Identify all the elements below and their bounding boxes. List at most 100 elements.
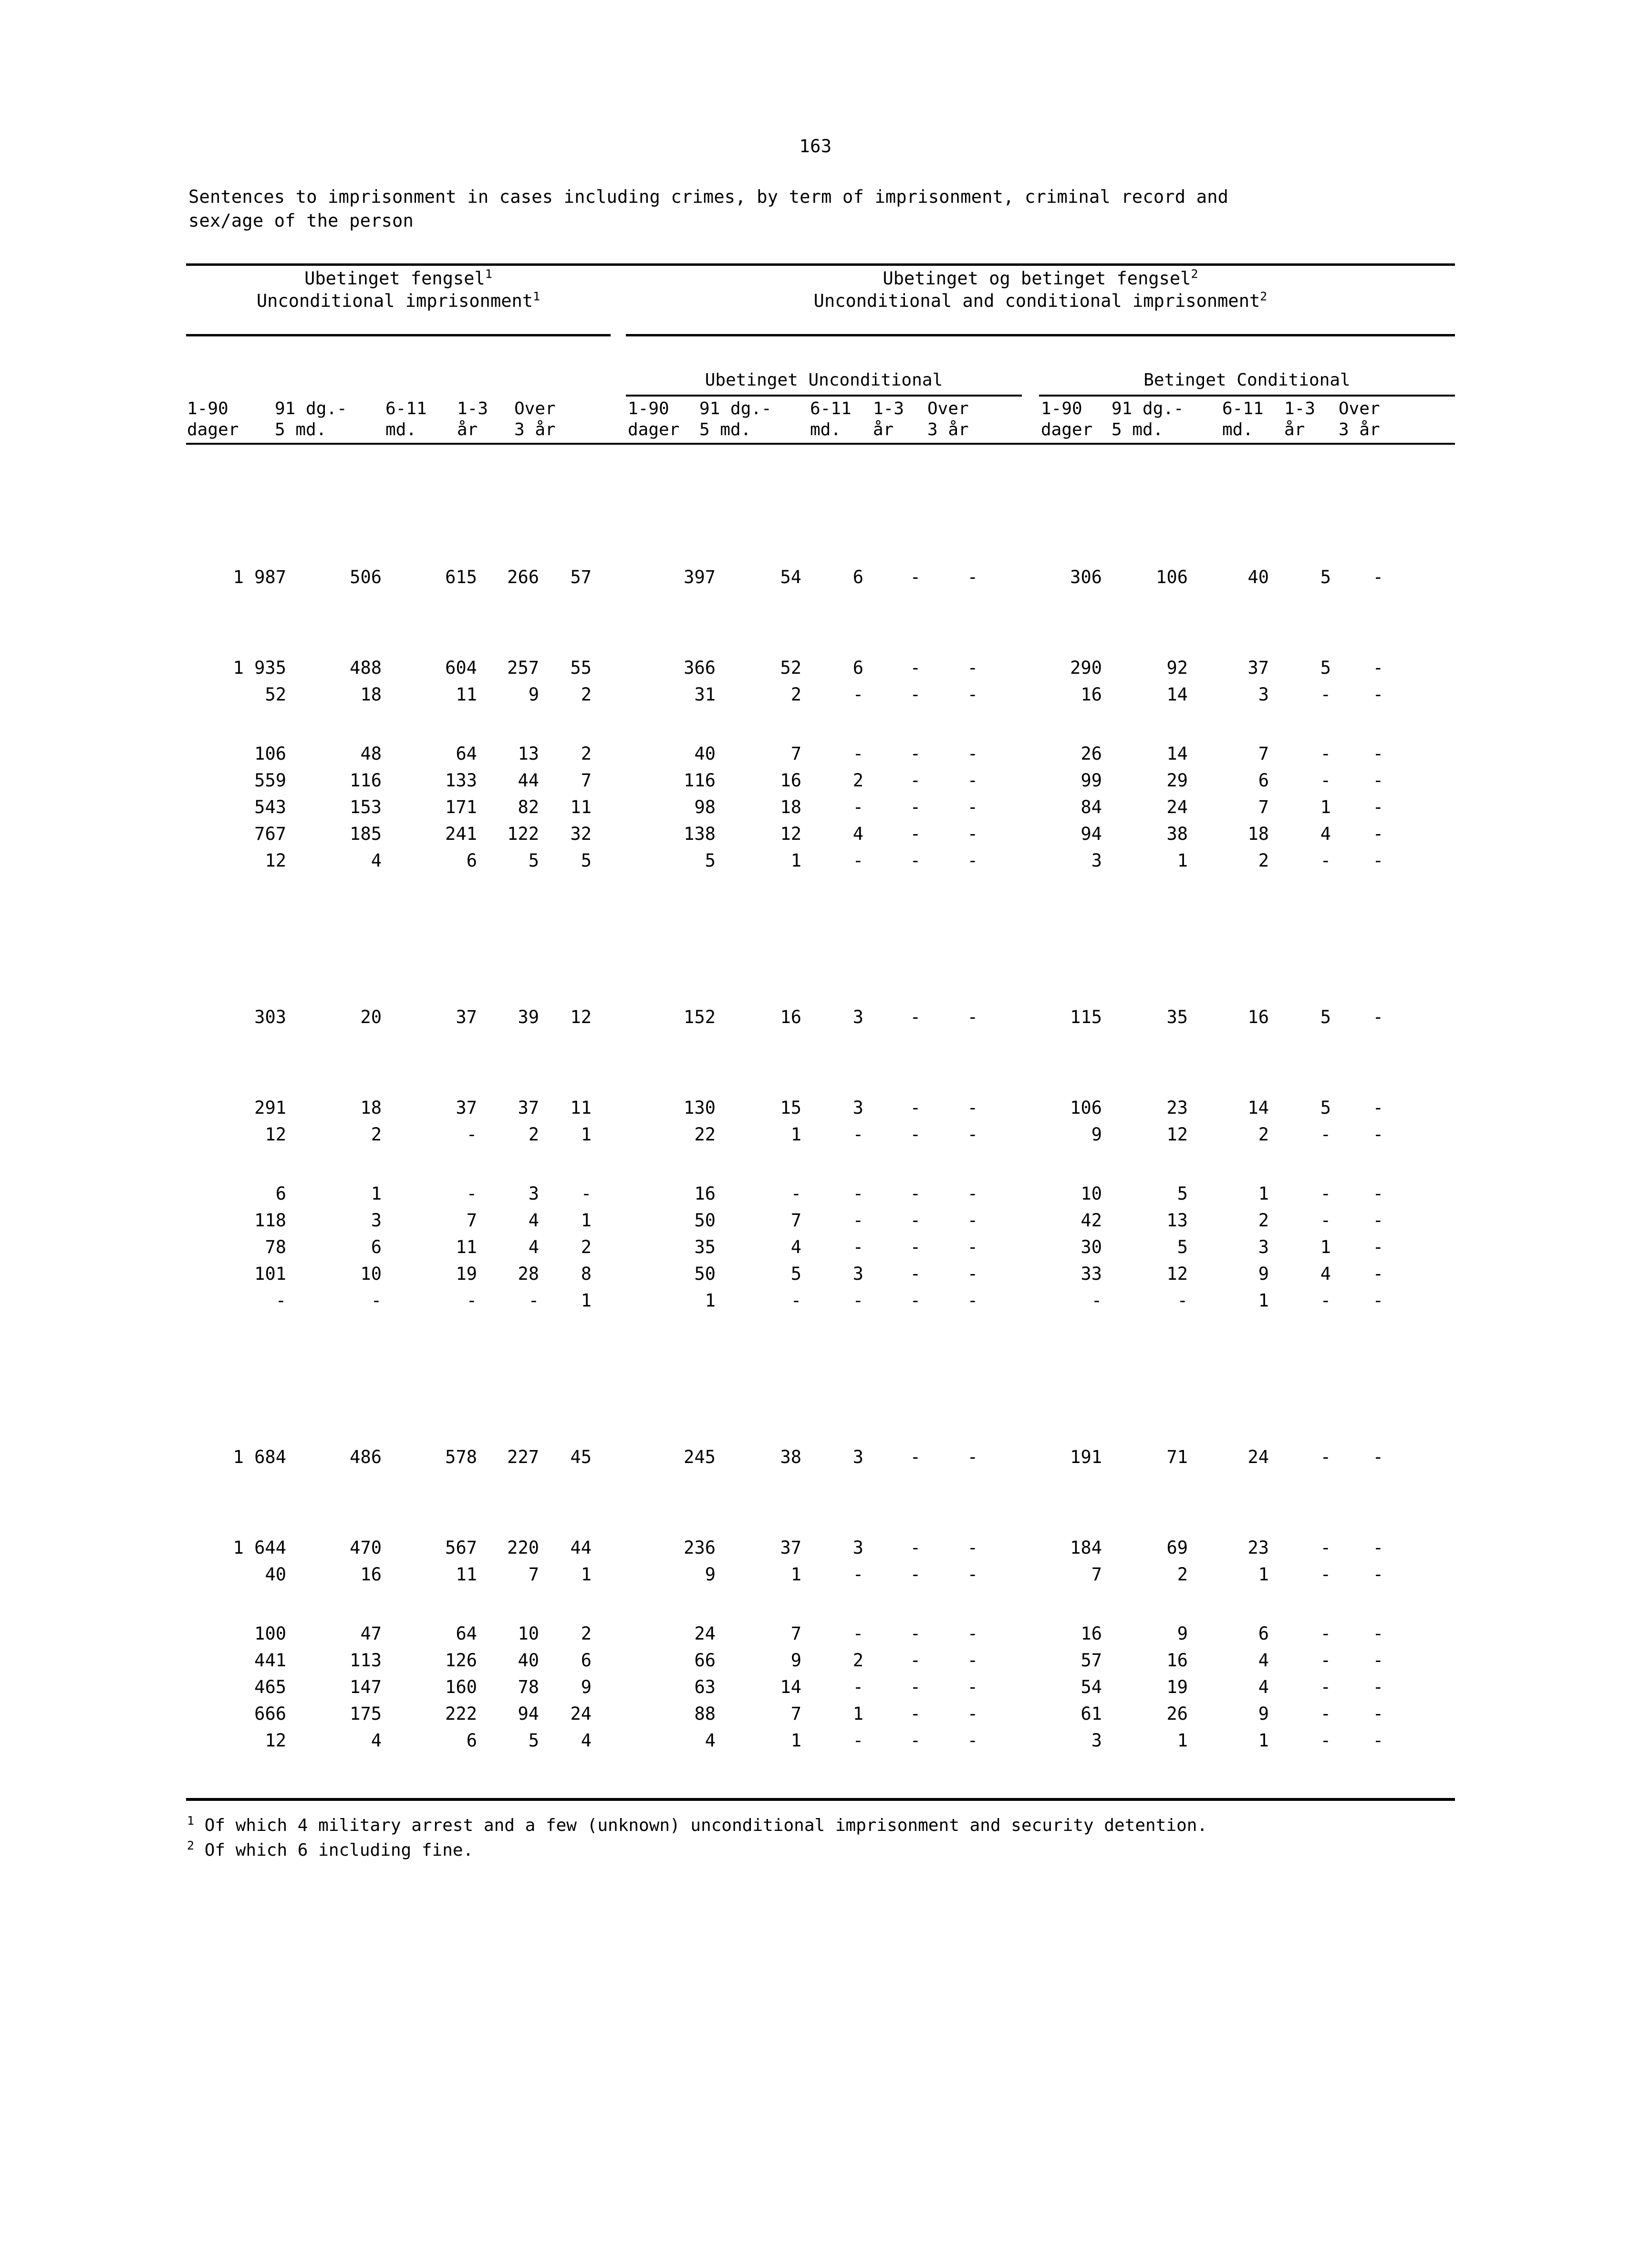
- table-cell: 16: [1080, 684, 1102, 705]
- table-cell: -: [852, 1124, 863, 1145]
- column-header-line-1: Over: [927, 399, 969, 418]
- table-cell: 52: [780, 658, 801, 678]
- table-cell: 152: [684, 1007, 716, 1027]
- subgroup-heading-unconditional: Ubetinget Unconditional: [705, 370, 943, 390]
- table-cell: 29: [1166, 770, 1188, 791]
- table-cell: -: [1372, 1677, 1383, 1697]
- table-cell: -: [1372, 1264, 1383, 1284]
- table-row: 767 185 241 122 32 138 12 4 - - 94 38 18 4 -: [0, 824, 1631, 845]
- table-cell: 2: [528, 1124, 539, 1145]
- table-cell: 84: [1080, 797, 1102, 817]
- table-cell: 3: [1258, 1237, 1269, 1257]
- table-cell: 3: [371, 1210, 382, 1231]
- table-cell: -: [967, 1650, 978, 1671]
- table-cell: 3: [1091, 1730, 1102, 1751]
- table-cell: 106: [254, 743, 286, 764]
- table-cell: 54: [1080, 1677, 1102, 1697]
- column-header-line-1: 91 dg.-: [275, 399, 347, 418]
- table-cell: -: [910, 770, 921, 791]
- table-row: 12 4 6 5 4 4 1 - - - 3 1 1 - -: [0, 1730, 1631, 1751]
- table-cell: 175: [350, 1704, 382, 1724]
- table-cell: 61: [1080, 1704, 1102, 1724]
- column-header-line-1: 1-3: [873, 399, 904, 418]
- table-cell: -: [1372, 850, 1383, 871]
- subgroup-rule-conditional: [1039, 395, 1455, 397]
- group-heading-left-norwegian: Ubetinget fengsel1: [304, 267, 492, 289]
- column-header-line-2: 5 md.: [699, 420, 751, 439]
- table-cell: 32: [570, 824, 592, 844]
- table-cell: 64: [456, 1623, 477, 1644]
- table-cell: 7: [790, 1623, 801, 1644]
- table-cell: 9: [705, 1564, 716, 1585]
- table-cell: -: [967, 658, 978, 678]
- table-cell: -: [1320, 1183, 1331, 1204]
- table-cell: 13: [1166, 1210, 1188, 1231]
- table-cell: -: [967, 1264, 978, 1284]
- table-cell: 506: [350, 567, 382, 587]
- table-cell: 3: [852, 1007, 863, 1027]
- table-cell: 19: [1166, 1677, 1188, 1697]
- table-cell: 9: [1258, 1704, 1269, 1724]
- table-cell: 227: [507, 1447, 539, 1467]
- table-cell: 37: [518, 1097, 539, 1118]
- table-cell: 5: [1177, 1183, 1188, 1204]
- table-cell: 69: [1166, 1537, 1188, 1558]
- table-cell: -: [1091, 1290, 1102, 1311]
- group-rule-left: [186, 334, 611, 336]
- table-cell: -: [910, 797, 921, 817]
- table-cell: -: [275, 1290, 286, 1311]
- table-cell: 11: [570, 797, 592, 817]
- table-cell: -: [910, 1097, 921, 1118]
- table-cell: 118: [254, 1210, 286, 1231]
- column-header-line-1: 6-11: [1222, 399, 1264, 418]
- table-cell: -: [967, 567, 978, 587]
- table-cell: -: [967, 1537, 978, 1558]
- table-cell: -: [852, 1290, 863, 1311]
- table-cell: 39: [518, 1007, 539, 1027]
- table-cell: 2: [581, 684, 592, 705]
- table-cell: -: [1372, 1290, 1383, 1311]
- table-cell: -: [910, 1237, 921, 1257]
- table-row: 106 48 64 13 2 40 7 - - - 26 14 7 - -: [0, 743, 1631, 764]
- table-cell: -: [967, 770, 978, 791]
- table-cell: 3: [1091, 850, 1102, 871]
- table-cell: 28: [518, 1264, 539, 1284]
- table-cell: 6: [852, 658, 863, 678]
- table-cell: 1: [1258, 1290, 1269, 1311]
- table-cell: 50: [694, 1210, 716, 1231]
- table-cell: 604: [445, 658, 477, 678]
- table-cell: 171: [445, 797, 477, 817]
- column-header-3: 1-3 år: [457, 398, 488, 440]
- table-cell: 18: [780, 797, 801, 817]
- column-header-line-2: år: [1284, 420, 1305, 439]
- table-cell: 40: [265, 1564, 286, 1585]
- table-cell: -: [910, 1537, 921, 1558]
- table-cell: 2: [581, 1623, 592, 1644]
- column-header-line-2: år: [457, 420, 478, 439]
- table-cell: 92: [1166, 658, 1188, 678]
- column-header-line-1: Over: [1339, 399, 1380, 418]
- table-cell: 15: [780, 1097, 801, 1118]
- table-cell: -: [910, 1183, 921, 1204]
- table-cell: 63: [694, 1677, 716, 1697]
- table-cell: -: [1320, 1677, 1331, 1697]
- table-cell: -: [967, 1290, 978, 1311]
- table-cell: -: [1320, 1704, 1331, 1724]
- table-cell: 26: [1080, 743, 1102, 764]
- column-header-12: 6-11 md.: [1222, 398, 1264, 440]
- table-cell: 1: [581, 1210, 592, 1231]
- table-cell: 19: [456, 1264, 477, 1284]
- table-cell: 10: [360, 1264, 382, 1284]
- table-cell: -: [852, 850, 863, 871]
- table-cell: 397: [684, 567, 716, 587]
- table-cell: -: [852, 1677, 863, 1697]
- table-cell: 1: [1258, 1730, 1269, 1751]
- table-cell: -: [466, 1290, 477, 1311]
- table-cell: 366: [684, 658, 716, 678]
- table-row: 1 935 488 604 257 55 366 52 6 - - 290 92 37 5 -: [0, 658, 1631, 679]
- table-cell: 57: [570, 567, 592, 587]
- group-heading-unconditional-and-conditional: Ubetinget og betinget fengsel2 Unconditi…: [626, 267, 1455, 312]
- table-cell: -: [1320, 1124, 1331, 1145]
- table-cell: 30: [1080, 1237, 1102, 1257]
- table-cell: 42: [1080, 1210, 1102, 1231]
